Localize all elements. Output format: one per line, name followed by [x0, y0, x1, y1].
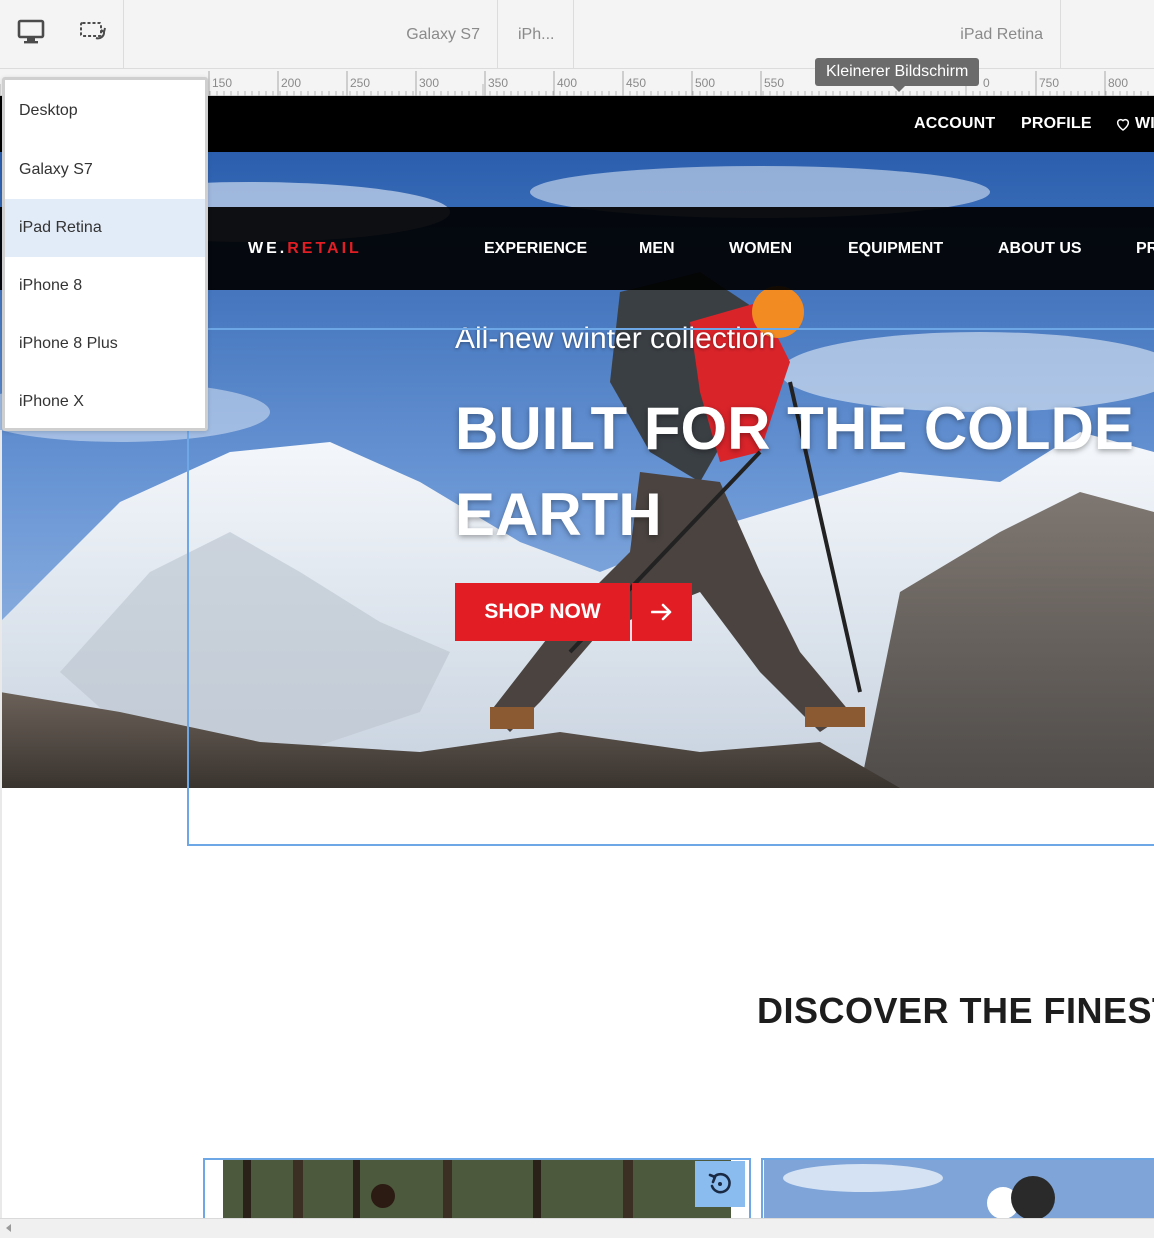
nav-men[interactable]: MEN [639, 207, 675, 290]
device-option-galaxy-s7[interactable]: Galaxy S7 [5, 141, 205, 199]
ruler-label: 800 [1108, 76, 1128, 90]
ruler-label: 500 [695, 76, 715, 90]
shop-now-button[interactable]: SHOP NOW [455, 583, 692, 641]
reset-icon[interactable] [695, 1161, 745, 1207]
ruler-label: 150 [212, 76, 232, 90]
ruler-label: 350 [488, 76, 508, 90]
device-dropdown: Desktop Galaxy S7 iPad Retina iPhone 8 i… [2, 77, 208, 431]
ruler-label: 450 [626, 76, 646, 90]
scroll-left-icon[interactable] [6, 1224, 11, 1232]
horizontal-scrollbar[interactable] [0, 1218, 1154, 1238]
left-edge [0, 430, 2, 1218]
hero-title: BUILT FOR THE COLDE EARTH [455, 386, 1134, 558]
profile-link[interactable]: PROFILE [1021, 96, 1092, 152]
teaser-selection-frame [203, 1158, 751, 1218]
ruler-label: 550 [764, 76, 784, 90]
logo-accent: RETAIL [287, 240, 362, 257]
device-selector-button[interactable] [0, 0, 62, 69]
rotate-device-button[interactable] [62, 0, 124, 69]
hero-title-line-2: EARTH [455, 481, 662, 548]
device-label-iphone[interactable]: iPh... [498, 0, 574, 69]
device-option-iphone-8[interactable]: iPhone 8 [5, 257, 205, 315]
teaser-selection-frame-2 [761, 1158, 1154, 1218]
nav-women[interactable]: WOMEN [729, 207, 792, 290]
device-label-galaxy-s7[interactable]: Galaxy S7 [124, 0, 498, 69]
device-option-desktop[interactable]: Desktop [5, 82, 205, 140]
emulator-root: ACCOUNT PROFILE WI WE.RETAIL EXPERIENCE … [0, 0, 1154, 1238]
site-logo[interactable]: WE.RETAIL [248, 207, 362, 290]
shop-now-label: SHOP NOW [455, 583, 630, 641]
rotate-screen-icon [79, 20, 107, 49]
device-option-ipad-retina[interactable]: iPad Retina [5, 199, 205, 257]
hero-subtitle: All-new winter collection [455, 322, 776, 355]
teaser-row [203, 1158, 1154, 1218]
emulator-toolbar: Galaxy S7 iPh... iPad Retina [0, 0, 1154, 69]
nav-experience[interactable]: EXPERIENCE [484, 207, 587, 290]
nav-equipment[interactable]: EQUIPMENT [848, 207, 943, 290]
account-link[interactable]: ACCOUNT [914, 96, 995, 152]
device-option-iphone-8-plus[interactable]: iPhone 8 Plus [5, 315, 205, 373]
heart-icon [1115, 116, 1131, 132]
ruler-label: 250 [350, 76, 370, 90]
hero-title-line-1: BUILT FOR THE COLDE [455, 395, 1134, 462]
nav-about-us[interactable]: ABOUT US [998, 207, 1082, 290]
device-option-iphone-x[interactable]: iPhone X [5, 373, 205, 431]
ruler-label: 400 [557, 76, 577, 90]
wishlist-link[interactable]: WI [1115, 96, 1154, 152]
section-title: DISCOVER THE FINEST [757, 990, 1154, 1031]
ruler-label: 300 [419, 76, 439, 90]
desktop-monitor-icon [17, 19, 45, 50]
arrow-right-icon [632, 583, 692, 641]
tooltip: Kleinerer Bildschirm [815, 58, 980, 92]
wishlist-label: WI [1135, 115, 1154, 132]
ruler-label: 200 [281, 76, 301, 90]
ruler-label: 750 [1039, 76, 1059, 90]
nav-products[interactable]: PR [1136, 207, 1154, 290]
logo-prefix: WE. [248, 240, 288, 257]
ruler-label-partial: 0 [983, 76, 990, 90]
